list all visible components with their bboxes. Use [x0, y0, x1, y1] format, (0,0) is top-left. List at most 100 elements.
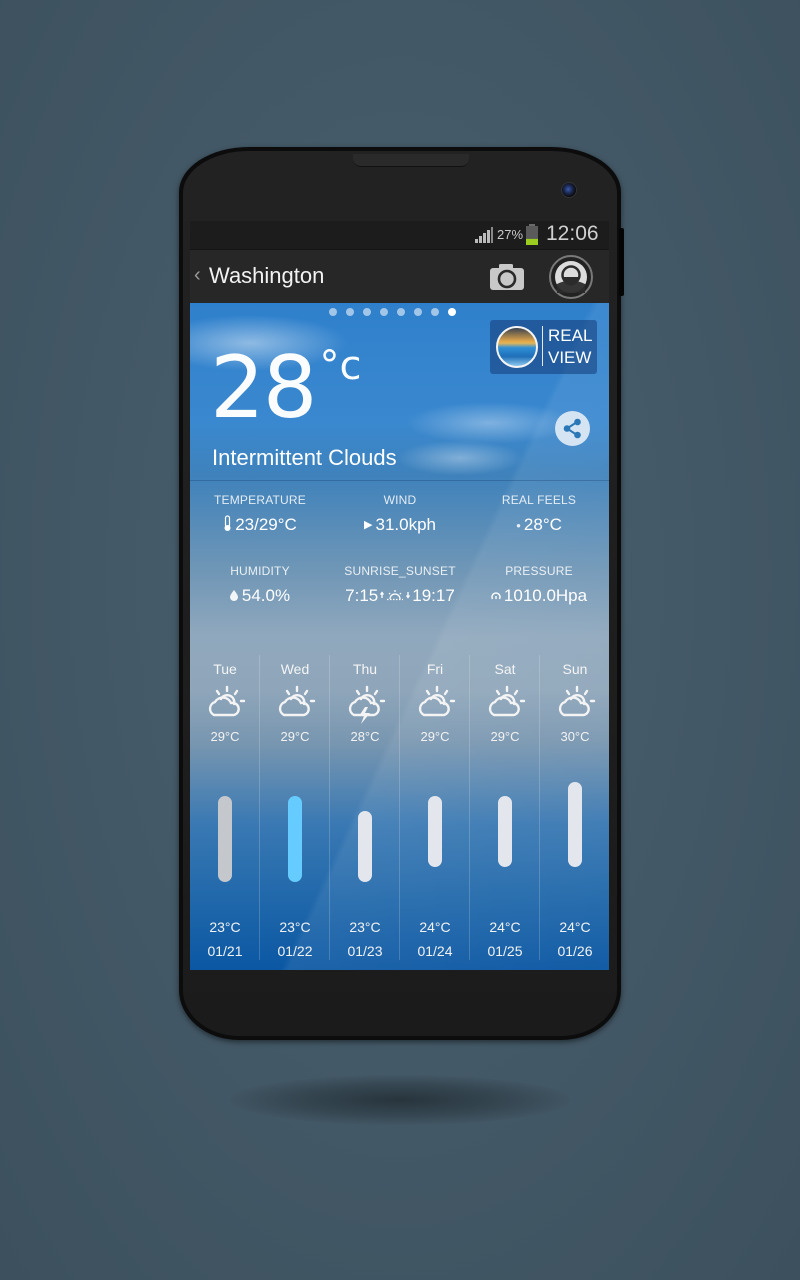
forecast-day-label: Sat [494, 661, 516, 677]
device-shadow [230, 1075, 570, 1125]
forecast-low: 24°C [419, 919, 451, 935]
forecast-date: 01/23 [347, 943, 383, 959]
earpiece-speaker [353, 154, 469, 167]
page-dot[interactable] [363, 308, 371, 316]
stat-sunrise-sunset: SUNRISE_SUNSET 7:15 19:17 [330, 564, 470, 606]
forecast-date: 01/24 [417, 943, 453, 959]
stat-wind: WIND ▶ 31.0kph [330, 493, 470, 535]
current-condition: Intermittent Clouds [212, 445, 397, 470]
page-dot[interactable] [397, 308, 405, 316]
partly-cloudy-icon [278, 685, 316, 717]
forecast-date: 01/22 [277, 943, 313, 959]
forecast-day-tue[interactable]: Tue 29°C 23°C 01/21 [190, 655, 260, 965]
forecast-high: 29°C [210, 729, 240, 744]
back-chevron-icon[interactable]: ‹ [194, 264, 201, 287]
stat-label: TEMPERATURE [214, 493, 306, 507]
city-name[interactable]: Washington [209, 263, 324, 289]
temperature-range-bar[interactable] [428, 796, 442, 867]
stat-pressure: PRESSURE 1010.0Hpa [469, 564, 609, 606]
forecast-date: 01/25 [487, 943, 523, 959]
forecast-low: 23°C [209, 919, 241, 935]
page-dot[interactable] [414, 308, 422, 316]
app-screen: 27% 12:06 ‹ Washington REAL VIEW 28 °c I… [190, 221, 609, 970]
partly-cloudy-icon [208, 685, 246, 717]
partly-cloudy-icon [558, 685, 596, 717]
real-view-separator [542, 326, 543, 366]
avatar-button[interactable] [549, 255, 593, 299]
forecast-day-label: Tue [213, 661, 237, 677]
current-temperature-value: 28 [210, 338, 317, 438]
page-indicator[interactable] [329, 308, 456, 318]
forecast-day-label: Wed [280, 661, 310, 677]
page-dot[interactable] [431, 308, 439, 316]
stat-label: WIND [383, 493, 417, 507]
status-bar: 27% 12:06 [190, 221, 609, 249]
stat-label: HUMIDITY [230, 564, 290, 578]
wind-direction-icon: ▶ [364, 519, 373, 531]
forecast-high: 30°C [560, 729, 590, 744]
forecast-high: 29°C [420, 729, 450, 744]
sun-dot-icon: ● [516, 521, 521, 530]
stat-real-feels: REAL FEELS ● 28°C [469, 493, 609, 535]
stat-humidity: HUMIDITY 54.0% [190, 564, 330, 606]
real-view-thumbnail-icon [496, 326, 538, 368]
forecast-date: 01/21 [207, 943, 243, 959]
forecast-low: 23°C [279, 919, 311, 935]
forecast-day-sat[interactable]: Sat 29°C 24°C 01/25 [470, 655, 540, 965]
temperature-unit: °c [319, 343, 362, 389]
weather-content[interactable]: REAL VIEW 28 °c Intermittent Clouds TEMPE… [190, 303, 609, 970]
real-view-button[interactable]: REAL VIEW [490, 320, 597, 374]
forecast-day-label: Sun [562, 661, 588, 677]
forecast-day-sun[interactable]: Sun 30°C 24°C 01/26 [540, 655, 609, 965]
sunrise-time: 7:15 [345, 586, 379, 605]
temperature-range-bar[interactable] [358, 810, 372, 882]
stat-label: SUNRISE_SUNSET [344, 564, 456, 578]
temperature-range-bar[interactable] [288, 796, 302, 882]
section-divider [190, 480, 609, 481]
partly-cloudy-icon [488, 685, 526, 717]
page-dot[interactable] [448, 308, 456, 316]
real-view-label-line1: REAL [548, 326, 593, 345]
stat-label: PRESSURE [505, 564, 573, 578]
stat-temperature: TEMPERATURE 23/29°C [190, 493, 330, 535]
forecast-date: 01/26 [557, 943, 593, 959]
power-button [619, 228, 624, 296]
forecast-high: 29°C [280, 729, 310, 744]
temperature-range-bar[interactable] [218, 796, 232, 882]
current-temperature: 28 °c [210, 343, 362, 447]
forecast-day-fri[interactable]: Fri 29°C 24°C 01/24 [400, 655, 470, 965]
forecast-high: 29°C [490, 729, 520, 744]
partly-cloudy-icon [418, 685, 456, 717]
temperature-range-bar[interactable] [568, 781, 582, 867]
camera-icon[interactable] [488, 262, 526, 292]
front-camera-lens [561, 182, 577, 198]
thunderstorm-icon [348, 685, 386, 724]
page-dot[interactable] [346, 308, 354, 316]
stat-value: 54.0% [241, 586, 291, 605]
thermometer-icon [224, 515, 231, 531]
forecast-day-wed[interactable]: Wed 29°C 23°C 01/22 [260, 655, 330, 965]
avatar-icon [555, 261, 587, 293]
sunset-time: 19:17 [412, 586, 455, 605]
forecast-day-thu[interactable]: Thu 28°C 23°C 01/23 [330, 655, 400, 965]
forecast-high: 28°C [350, 729, 380, 744]
humidity-drop-icon [229, 590, 238, 601]
sunrise-sunset-icon [380, 590, 411, 601]
stat-value: 1010.0Hpa [503, 586, 588, 605]
battery-icon [526, 224, 538, 245]
stat-value: 31.0kph [375, 515, 436, 534]
share-icon [563, 418, 581, 439]
pressure-gauge-icon [491, 592, 501, 600]
stat-label: REAL FEELS [501, 493, 577, 507]
page-dot[interactable] [329, 308, 337, 316]
temperature-range-bar[interactable] [498, 796, 512, 867]
share-button[interactable] [555, 411, 590, 446]
title-bar: ‹ Washington [190, 249, 609, 304]
forecast-low: 24°C [559, 919, 591, 935]
real-view-label-line2: VIEW [548, 348, 592, 367]
forecast-day-label: Fri [426, 661, 444, 677]
forecast-day-label: Thu [352, 661, 378, 677]
stat-value: 28°C [523, 515, 562, 534]
page-dot[interactable] [380, 308, 388, 316]
stat-value: 23/29°C [235, 515, 297, 534]
